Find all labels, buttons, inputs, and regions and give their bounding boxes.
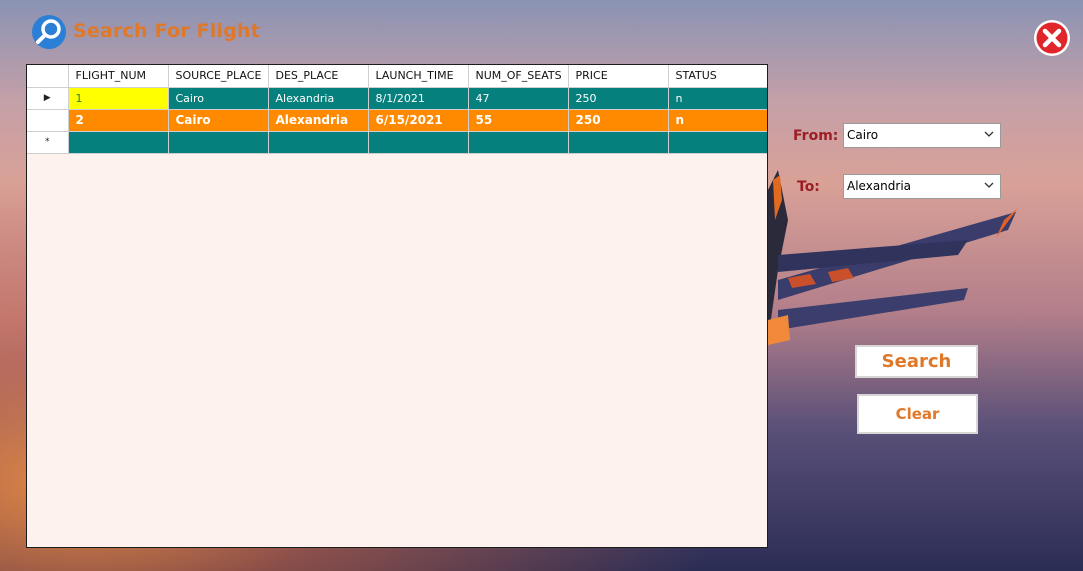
table-cell[interactable]: 250	[568, 109, 669, 132]
from-dropdown-value: Cairo	[847, 128, 879, 142]
column-header-num-of-seats[interactable]: NUM_OF_SEATS	[468, 65, 569, 88]
table-cell[interactable]: Cairo	[168, 87, 269, 110]
new-row-indicator-icon[interactable]: *	[27, 131, 69, 154]
row-header[interactable]	[27, 109, 69, 132]
to-dropdown-value: Alexandria	[847, 179, 912, 193]
table-row[interactable]: ▶ 1 Cairo Alexandria 8/1/2021 47 250 n	[27, 87, 767, 110]
current-row-indicator-icon[interactable]: ▶	[27, 87, 69, 110]
flights-data-grid[interactable]: FLIGHT_NUM SOURCE_PLACE DES_PLACE LAUNCH…	[26, 64, 768, 548]
table-cell[interactable]	[668, 131, 767, 154]
clear-button[interactable]: Clear	[857, 394, 978, 434]
table-cell[interactable]: Alexandria	[268, 109, 369, 132]
column-header-source-place[interactable]: SOURCE_PLACE	[168, 65, 269, 88]
table-cell[interactable]	[568, 131, 669, 154]
table-cell[interactable]: Alexandria	[268, 87, 369, 110]
table-cell[interactable]: 1	[68, 87, 169, 110]
table-cell[interactable]: n	[668, 87, 767, 110]
column-header-des-place[interactable]: DES_PLACE	[268, 65, 369, 88]
to-label: To:	[797, 179, 820, 195]
table-cell[interactable]: 2	[68, 109, 169, 132]
new-row[interactable]: *	[27, 131, 767, 154]
table-cell[interactable]	[168, 131, 269, 154]
magnifier-icon	[32, 15, 66, 49]
table-row[interactable]: 2 Cairo Alexandria 6/15/2021 55 250 n	[27, 109, 767, 132]
search-button[interactable]: Search	[855, 345, 978, 378]
column-header-launch-time[interactable]: LAUNCH_TIME	[368, 65, 469, 88]
grid-header-row: FLIGHT_NUM SOURCE_PLACE DES_PLACE LAUNCH…	[27, 65, 767, 88]
column-header-status[interactable]: STATUS	[668, 65, 767, 88]
table-cell[interactable]: 55	[468, 109, 569, 132]
table-cell[interactable]	[68, 131, 169, 154]
table-cell[interactable]	[468, 131, 569, 154]
table-cell[interactable]: 47	[468, 87, 569, 110]
column-header-price[interactable]: PRICE	[568, 65, 669, 88]
column-header-flight-num[interactable]: FLIGHT_NUM	[68, 65, 169, 88]
table-cell[interactable]: n	[668, 109, 767, 132]
table-cell[interactable]: 6/15/2021	[368, 109, 469, 132]
from-label: From:	[793, 128, 839, 144]
table-cell[interactable]	[368, 131, 469, 154]
chevron-down-icon	[984, 182, 994, 188]
table-cell[interactable]: 8/1/2021	[368, 87, 469, 110]
table-cell[interactable]: 250	[568, 87, 669, 110]
table-cell[interactable]	[268, 131, 369, 154]
window-title: Search For Flight	[73, 20, 261, 42]
chevron-down-icon	[984, 131, 994, 137]
close-icon[interactable]	[1033, 19, 1071, 57]
to-dropdown[interactable]: Alexandria	[843, 174, 1001, 199]
from-dropdown[interactable]: Cairo	[843, 123, 1001, 148]
table-cell[interactable]: Cairo	[168, 109, 269, 132]
row-header-corner[interactable]	[27, 65, 69, 88]
